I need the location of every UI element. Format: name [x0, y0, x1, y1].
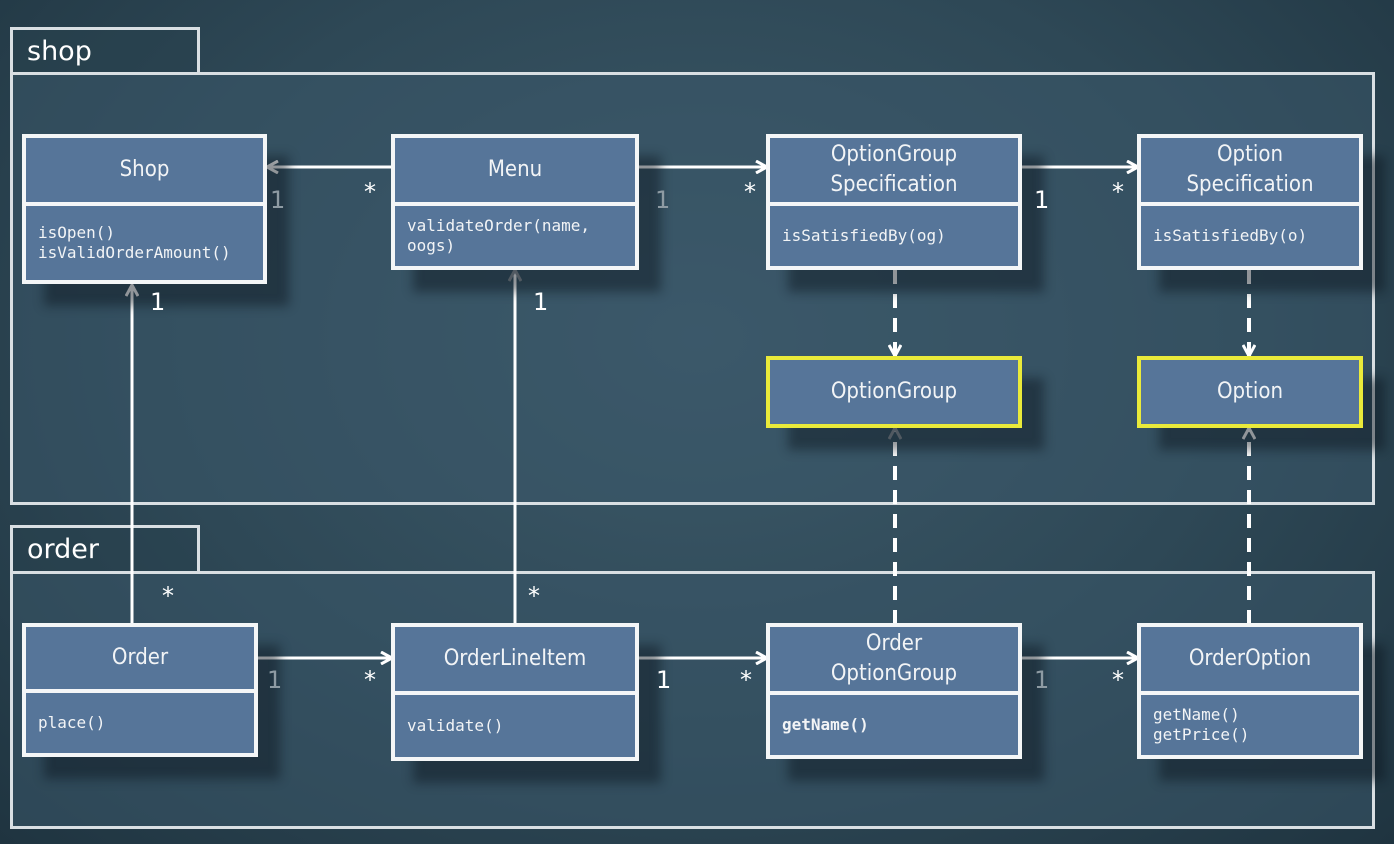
- class-name: Shop: [26, 138, 263, 206]
- operation: getPrice(): [1153, 725, 1250, 744]
- operation: isValidOrderAmount(): [38, 243, 231, 262]
- multiplicity-label: *: [162, 582, 174, 610]
- operation: getName(): [1153, 705, 1240, 724]
- multiplicity-label: 1: [270, 186, 286, 214]
- class-operations: validate(): [395, 695, 635, 757]
- class-optiongroup[interactable]: OptionGroup: [766, 356, 1022, 428]
- class-shop[interactable]: Shop isOpen() isValidOrderAmount(): [22, 134, 267, 284]
- class-operations: place(): [26, 693, 254, 753]
- multiplicity-label: *: [364, 666, 376, 694]
- class-operations: getName(): [770, 695, 1018, 755]
- operation: place(): [38, 713, 106, 732]
- class-optiongroup-specification[interactable]: OptionGroup Specification isSatisfiedBy(…: [766, 134, 1022, 270]
- class-operations: getName() getPrice(): [1141, 695, 1359, 755]
- class-name: OptionGroup: [830, 379, 958, 404]
- multiplicity-label: 1: [1034, 666, 1050, 694]
- class-order[interactable]: Order place(): [22, 623, 258, 757]
- multiplicity-label: *: [744, 178, 756, 206]
- class-operations: isSatisfiedBy(og): [770, 206, 1018, 266]
- class-name: OrderOption: [1141, 627, 1359, 695]
- operation: validateOrder(name,: [407, 216, 591, 235]
- class-name: Order OptionGroup: [770, 627, 1018, 695]
- class-operations: isOpen() isValidOrderAmount(): [26, 206, 263, 280]
- operation: isSatisfiedBy(o): [1153, 226, 1308, 245]
- class-name: Menu: [395, 138, 635, 206]
- multiplicity-label: 1: [533, 288, 549, 316]
- operation: isOpen(): [38, 223, 116, 242]
- class-name: Option Specification: [1141, 138, 1359, 206]
- class-option[interactable]: Option: [1137, 356, 1363, 428]
- multiplicity-label: *: [740, 666, 752, 694]
- class-menu[interactable]: Menu validateOrder(name, oogs): [391, 134, 639, 270]
- multiplicity-label: *: [1112, 666, 1124, 694]
- class-operations: isSatisfiedBy(o): [1141, 206, 1359, 266]
- multiplicity-label: 1: [1034, 186, 1050, 214]
- multiplicity-label: 1: [267, 666, 283, 694]
- operation: validate(): [407, 716, 504, 735]
- class-orderoption[interactable]: OrderOption getName() getPrice(): [1137, 623, 1363, 759]
- operation: oogs): [407, 236, 456, 255]
- class-operations: validateOrder(name, oogs): [395, 206, 635, 266]
- multiplicity-label: *: [528, 582, 540, 610]
- class-name: Option: [1216, 379, 1284, 404]
- class-order-optiongroup[interactable]: Order OptionGroup getName(): [766, 623, 1022, 759]
- multiplicity-label: 1: [656, 666, 672, 694]
- class-orderlineitem[interactable]: OrderLineItem validate(): [391, 623, 639, 761]
- multiplicity-label: 1: [150, 288, 166, 316]
- class-option-specification[interactable]: Option Specification isSatisfiedBy(o): [1137, 134, 1363, 270]
- class-name: OrderLineItem: [395, 627, 635, 695]
- class-name: Order: [26, 627, 254, 693]
- class-name: OptionGroup Specification: [770, 138, 1018, 206]
- multiplicity-label: *: [1112, 178, 1124, 206]
- multiplicity-label: *: [364, 178, 376, 206]
- multiplicity-label: 1: [655, 186, 671, 214]
- operation: getName(): [782, 715, 869, 734]
- operation: isSatisfiedBy(og): [782, 226, 946, 245]
